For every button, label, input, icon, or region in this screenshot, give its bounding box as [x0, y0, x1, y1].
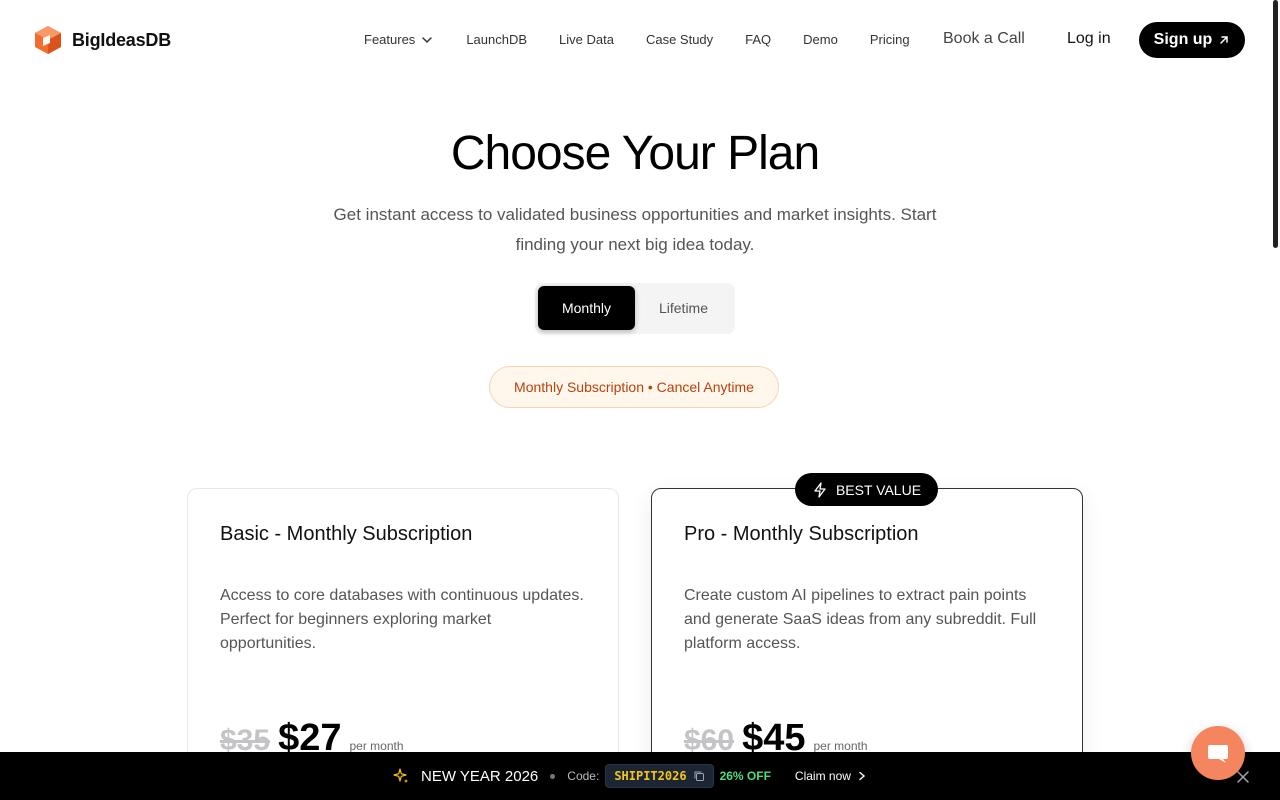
nav-item-demo[interactable]: Demo	[803, 32, 838, 47]
lightning-icon	[814, 481, 826, 498]
promo-code-box[interactable]: SHIPIT2026	[605, 764, 714, 788]
billing-toggle: Monthly Lifetime	[535, 283, 735, 334]
plan-title: Basic - Monthly Subscription	[220, 523, 473, 545]
promo-title: NEW YEAR 2026	[421, 767, 539, 785]
brand-name: BigIdeasDB	[72, 29, 172, 50]
promo-discount: 26% OFF	[719, 769, 771, 783]
best-value-badge: BEST VALUE	[795, 473, 938, 506]
separator-dot	[550, 773, 556, 779]
promo-banner: NEW YEAR 2026 Code: SHIPIT2026 26% OFF C…	[0, 752, 1280, 800]
nav-item-faq[interactable]: FAQ	[745, 32, 771, 47]
billing-option-monthly[interactable]: Monthly	[538, 286, 635, 330]
plan-card-basic: Basic - Monthly Subscription Access to c…	[187, 488, 619, 788]
scrollbar-thumb[interactable]	[1273, 0, 1278, 248]
nav-item-label: Live Data	[559, 32, 614, 47]
claim-label: Claim now	[794, 769, 851, 783]
plan-description: Access to core databases with continuous…	[220, 587, 584, 652]
nav-item-live-data[interactable]: Live Data	[559, 32, 614, 47]
brand-logo[interactable]: BigIdeasDB	[34, 25, 171, 55]
plan-period: per month	[813, 739, 868, 753]
plan-card-pro: Pro - Monthly Subscription Create custom…	[651, 488, 1083, 788]
promo-content: NEW YEAR 2026 Code: SHIPIT2026 26% OFF C…	[393, 752, 867, 800]
site-header: BigIdeasDB Features LaunchDB Live Data C…	[0, 0, 1280, 80]
signup-button[interactable]: Sign up	[1139, 22, 1245, 58]
promo-code-label: Code:	[567, 769, 600, 783]
plan-period: per month	[349, 739, 404, 753]
chevron-right-icon	[859, 771, 866, 781]
nav-item-label: Case Study	[645, 32, 714, 47]
page-scrollbar[interactable]	[1272, 0, 1280, 752]
plan-title: Pro - Monthly Subscription	[684, 523, 919, 545]
subscription-notice-pill: Monthly Subscription • Cancel Anytime	[489, 366, 779, 408]
chat-icon	[1208, 745, 1228, 763]
copy-icon	[694, 771, 704, 781]
plan-description: Create custom AI pipelines to extract pa…	[684, 587, 1037, 652]
badge-label: BEST VALUE	[835, 481, 922, 498]
nav-item-label: Features	[364, 32, 416, 47]
nav-item-features[interactable]: Features	[364, 32, 433, 47]
book-call-link[interactable]: Book a Call	[943, 30, 1025, 48]
nav-item-label: Pricing	[869, 32, 910, 47]
claim-now-link[interactable]: Claim now	[795, 769, 867, 783]
page-subtitle: Get instant access to validated business…	[333, 205, 937, 254]
close-icon[interactable]	[1236, 770, 1250, 784]
nav-item-pricing[interactable]: Pricing	[870, 32, 910, 47]
nav-item-launchdb[interactable]: LaunchDB	[466, 32, 527, 47]
billing-option-lifetime[interactable]: Lifetime	[635, 286, 732, 330]
main-nav: Features LaunchDB Live Data Case Study F…	[364, 32, 910, 47]
nav-item-label: Demo	[803, 32, 838, 47]
nav-item-label: LaunchDB	[466, 32, 528, 47]
page-title: Choose Your Plan	[450, 127, 820, 180]
chevron-down-icon	[422, 36, 433, 43]
nav-item-case-study[interactable]: Case Study	[646, 32, 713, 47]
signup-label: Sign up	[1153, 31, 1213, 48]
login-link[interactable]: Log in	[1067, 30, 1111, 48]
cube-logo-icon	[35, 26, 61, 54]
arrow-up-right-icon	[1220, 36, 1229, 44]
sparkle-icon	[393, 768, 408, 783]
promo-code: SHIPIT2026	[614, 769, 687, 783]
nav-item-label: FAQ	[745, 32, 772, 47]
chat-widget-button[interactable]	[1191, 726, 1245, 780]
